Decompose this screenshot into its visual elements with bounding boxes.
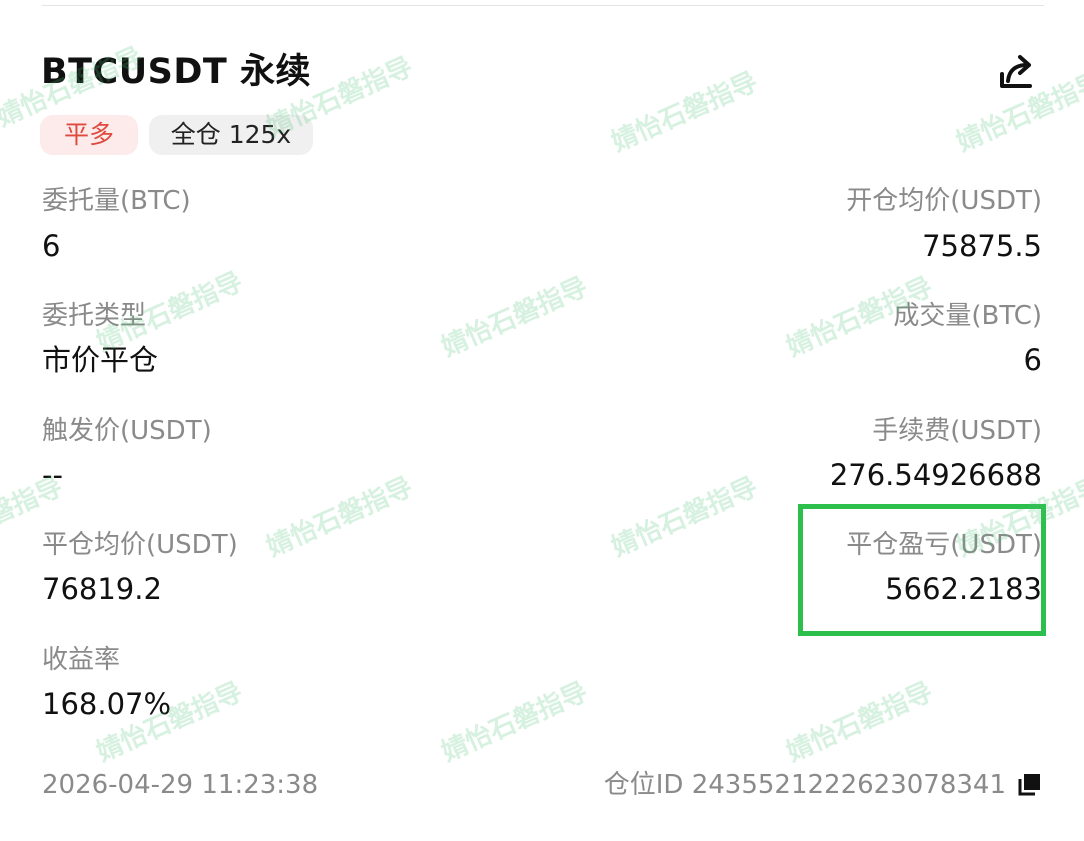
trigger-price-label: 触发价(USDT) [42,416,212,446]
roi-value: 168.07% [42,687,172,721]
leverage: 125x [228,120,292,149]
contract-type: 永续 [239,52,311,92]
copy-icon[interactable] [1016,772,1042,798]
filled-qty-value: 6 [1023,343,1042,377]
page-title: BTCUSDT 永续 [41,50,311,94]
order-qty-value: 6 [42,229,61,263]
watermark: 婧怡石磐指导 [437,272,593,363]
order-timestamp: 2026-04-29 11:23:38 [42,770,319,800]
margin-mode: 全仓 [170,120,221,149]
trigger-price-value: -- [42,458,63,492]
top-divider [42,5,1044,6]
symbol: BTCUSDT [41,52,228,92]
fee-label: 手续费(USDT) [872,416,1042,446]
open-avg-price-value: 75875.5 [922,229,1042,263]
watermark: 婧怡石磐指导 [262,472,418,563]
open-avg-price-label: 开仓均价(USDT) [846,186,1042,216]
position-id: 仓位ID 2435521222623078341 [604,768,1006,802]
close-avg-price-value: 76819.2 [42,572,162,606]
side-badge: 平多 [40,115,138,155]
fee-value: 276.54926688 [829,458,1042,492]
share-icon[interactable] [998,52,1038,92]
position-id-label: 仓位ID [603,770,684,800]
watermark: 婧怡石磐指导 [607,67,763,158]
watermark: 婧怡石磐指导 [782,677,938,768]
watermark: 婧怡石磐指导 [437,677,593,768]
order-type-value: 市价平仓 [42,343,159,377]
order-type-label: 委托类型 [42,301,147,331]
position-id-value: 2435521222623078341 [691,770,1006,800]
margin-leverage-badge: 全仓 125x [149,115,313,155]
close-avg-price-label: 平仓均价(USDT) [42,530,238,560]
roi-label: 收益率 [42,645,121,675]
watermark: 婧怡石磐指导 [607,472,763,563]
filled-qty-label: 成交量(BTC) [893,301,1042,331]
pnl-highlight-box [798,504,1046,636]
order-qty-label: 委托量(BTC) [42,186,191,216]
